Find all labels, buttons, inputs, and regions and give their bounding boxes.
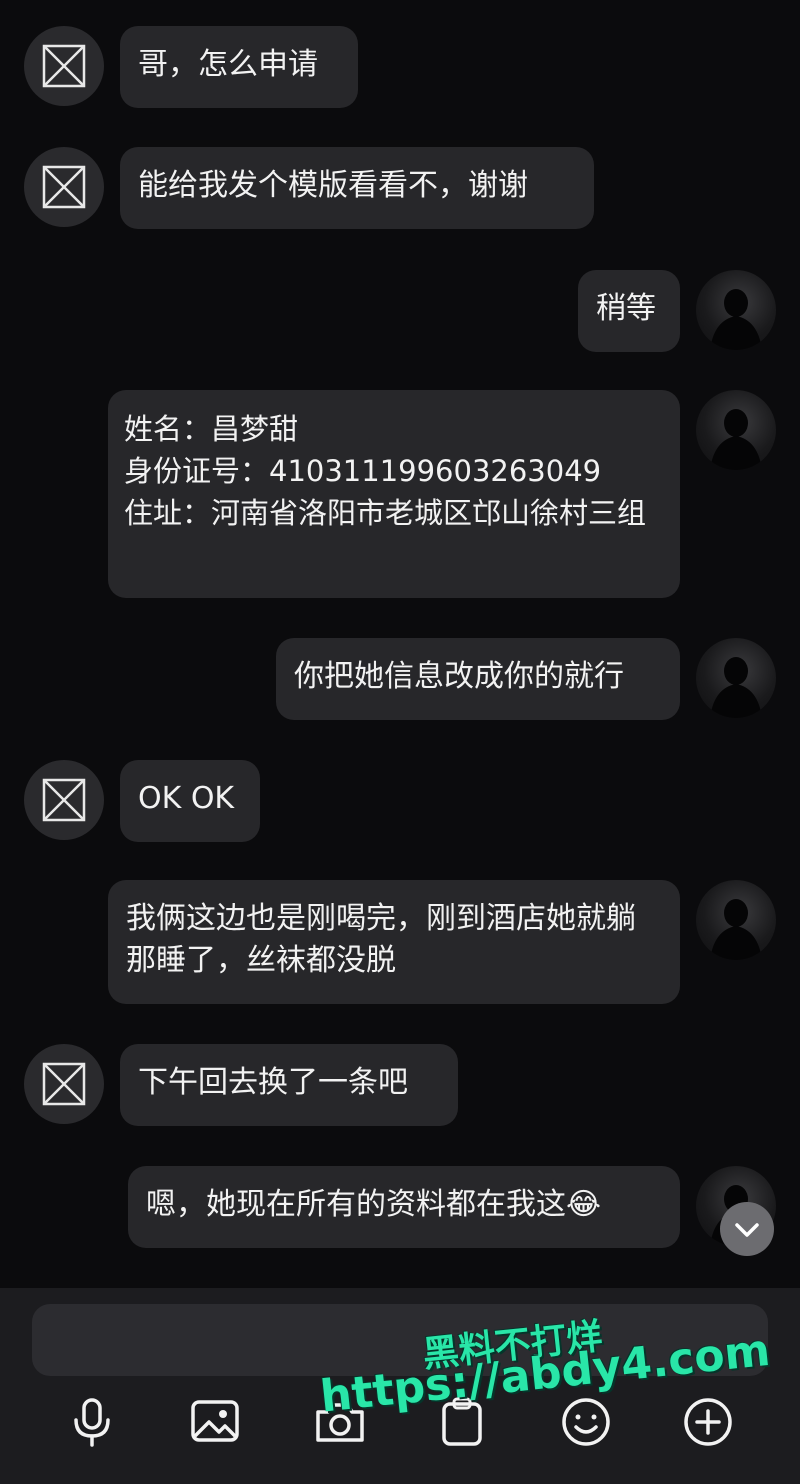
- message-bubble-sent[interactable]: 你把她信息改成你的就行: [276, 638, 680, 720]
- message-row: 哥，怎么申请: [0, 26, 800, 108]
- message-row: 下午回去换了一条吧: [0, 1044, 800, 1126]
- scroll-to-bottom-button[interactable]: [720, 1202, 774, 1256]
- message-row: 能给我发个模版看看不，谢谢: [0, 147, 800, 229]
- microphone-icon: [74, 1398, 110, 1447]
- emoji-button[interactable]: [556, 1392, 616, 1452]
- message-row: 姓名：昌梦甜 身份证号：410311199603263049 住址：河南省洛阳市…: [0, 390, 800, 598]
- user-silhouette-icon: [710, 657, 762, 718]
- message-bubble-received[interactable]: 下午回去换了一条吧: [120, 1044, 458, 1126]
- contact-logo-icon: [42, 1062, 86, 1106]
- user-avatar[interactable]: [696, 880, 776, 960]
- message-bubble-received[interactable]: OK OK: [120, 760, 260, 842]
- contact-logo-icon: [42, 165, 86, 209]
- voice-button[interactable]: [62, 1392, 122, 1452]
- more-button[interactable]: [678, 1392, 738, 1452]
- message-row: 你把她信息改成你的就行: [0, 638, 800, 720]
- message-row: 嗯，她现在所有的资料都在我这😂: [0, 1166, 800, 1248]
- message-bubble-received[interactable]: 能给我发个模版看看不，谢谢: [120, 147, 594, 229]
- message-bubble-sent[interactable]: 稍等: [578, 270, 680, 352]
- user-silhouette-icon: [710, 289, 762, 350]
- user-avatar[interactable]: [696, 638, 776, 718]
- chevron-down-icon: [735, 1223, 759, 1237]
- message-row: 稍等: [0, 270, 800, 352]
- message-row: OK OK: [0, 760, 800, 842]
- image-icon: [191, 1400, 239, 1442]
- user-avatar[interactable]: [696, 390, 776, 470]
- message-row: 我俩这边也是刚喝完，刚到酒店她就躺那睡了，丝袜都没脱: [0, 880, 800, 1004]
- message-bubble-sent[interactable]: 嗯，她现在所有的资料都在我这😂: [128, 1166, 680, 1248]
- contact-avatar[interactable]: [24, 26, 104, 106]
- chat-message-list[interactable]: 哥，怎么申请 能给我发个模版看看不，谢谢 稍等 姓名：昌梦甜 身份证号：4103…: [0, 0, 800, 1290]
- contact-avatar[interactable]: [24, 147, 104, 227]
- contact-avatar[interactable]: [24, 1044, 104, 1124]
- plus-icon: [684, 1398, 732, 1446]
- emoji-icon: [562, 1398, 610, 1446]
- contact-logo-icon: [42, 44, 86, 88]
- image-button[interactable]: [185, 1392, 245, 1452]
- user-silhouette-icon: [710, 899, 762, 960]
- contact-logo-icon: [42, 778, 86, 822]
- message-bubble-sent[interactable]: 姓名：昌梦甜 身份证号：410311199603263049 住址：河南省洛阳市…: [108, 390, 680, 598]
- message-bubble-sent[interactable]: 我俩这边也是刚喝完，刚到酒店她就躺那睡了，丝袜都没脱: [108, 880, 680, 1004]
- user-avatar[interactable]: [696, 270, 776, 350]
- user-silhouette-icon: [710, 409, 762, 470]
- contact-avatar[interactable]: [24, 760, 104, 840]
- message-bubble-received[interactable]: 哥，怎么申请: [120, 26, 358, 108]
